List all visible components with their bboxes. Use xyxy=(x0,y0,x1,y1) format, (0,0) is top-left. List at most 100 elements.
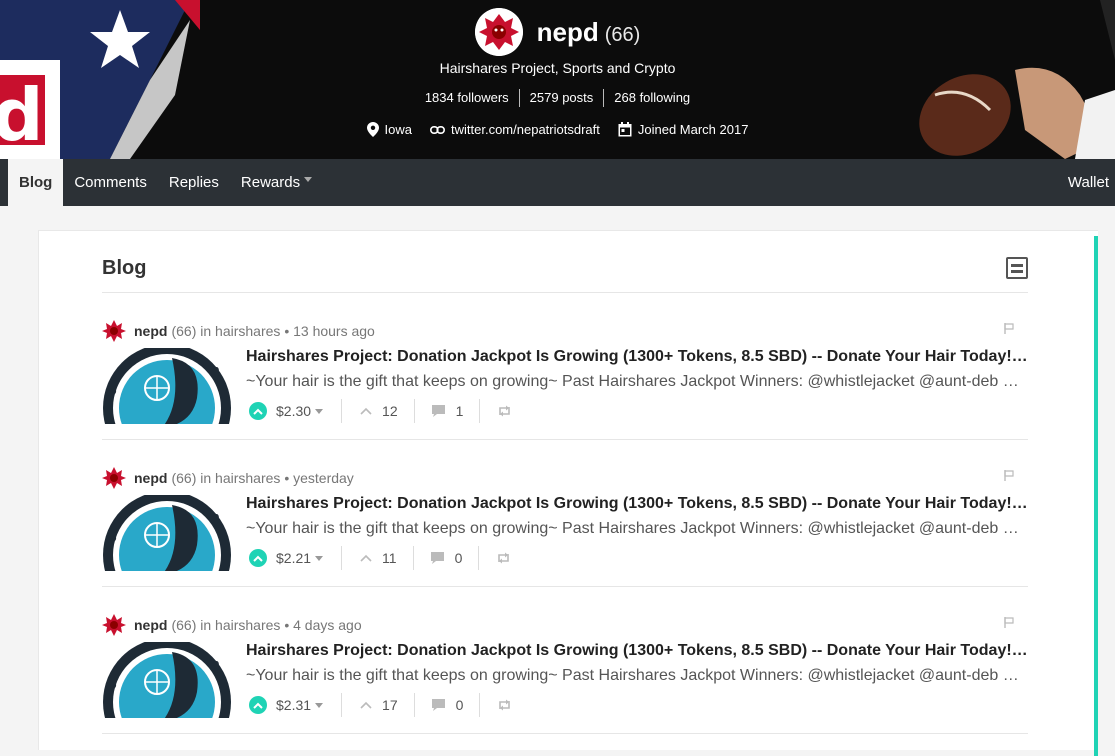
author-avatar[interactable] xyxy=(102,319,126,343)
upvote-chevron-icon[interactable] xyxy=(249,696,267,714)
profile-identity: nepd (66) xyxy=(0,8,1115,56)
author-avatar[interactable] xyxy=(102,466,126,490)
flag-icon[interactable] xyxy=(1004,323,1014,334)
profile-website[interactable]: twitter.com/nepatriotsdraft xyxy=(430,122,600,137)
reblog-button[interactable] xyxy=(480,693,512,717)
caret-up-icon xyxy=(360,701,372,709)
reblog-button[interactable] xyxy=(479,546,511,570)
payout-amount[interactable]: $2.30 xyxy=(276,403,311,419)
reblog-button[interactable] xyxy=(480,399,512,423)
website-link[interactable]: twitter.com/nepatriotsdraft xyxy=(451,122,600,137)
link-icon xyxy=(430,125,446,134)
blog-panel: Blog nepd (66) in hairshares • 13 hours … xyxy=(38,230,1098,756)
tab-rewards[interactable]: Rewards xyxy=(230,159,323,206)
post-title[interactable]: Hairshares Project: Donation Jackpot Is … xyxy=(246,642,1028,660)
flag-icon[interactable] xyxy=(1004,617,1014,628)
following-count[interactable]: 268 following xyxy=(604,89,700,107)
comments-count: 0 xyxy=(455,697,464,713)
posts-count: 2579 posts xyxy=(520,89,605,107)
post-comments[interactable]: 0 xyxy=(414,546,480,570)
blog-header: Blog xyxy=(102,257,1028,293)
post-summary[interactable]: ~Your hair is the gift that keeps on gro… xyxy=(246,667,1028,685)
post-summary[interactable]: ~Your hair is the gift that keeps on gro… xyxy=(246,520,1028,538)
votes-count: 17 xyxy=(382,697,398,713)
caret-up-icon xyxy=(360,407,372,415)
post-in-label: in xyxy=(200,323,212,339)
profile-name: nepd xyxy=(536,16,599,47)
post-item[interactable]: nepd (66) in hairshares • 13 hours ago D… xyxy=(102,293,1028,440)
payout-amount[interactable]: $2.31 xyxy=(276,697,311,713)
location-text: Iowa xyxy=(384,122,413,137)
tab-replies[interactable]: Replies xyxy=(158,159,230,206)
post-author-rep: (66) xyxy=(171,323,197,339)
comments-count: 0 xyxy=(454,550,463,566)
followers-count[interactable]: 1834 followers xyxy=(415,89,520,107)
post-title[interactable]: Hairshares Project: Donation Jackpot Is … xyxy=(246,348,1028,366)
comment-bubble-icon xyxy=(431,699,445,711)
post-in-label: in xyxy=(200,617,212,633)
profile-avatar[interactable] xyxy=(474,8,523,56)
avatar-image xyxy=(474,8,523,56)
profile-joined: Joined March 2017 xyxy=(618,122,749,137)
post-community[interactable]: hairshares xyxy=(215,617,280,633)
chevron-down-icon[interactable] xyxy=(315,408,324,414)
post-meta: nepd (66) in hairshares • 13 hours ago xyxy=(102,319,375,343)
post-title[interactable]: Hairshares Project: Donation Jackpot Is … xyxy=(246,495,1028,513)
joined-text: Joined March 2017 xyxy=(637,122,749,137)
wallet-link[interactable]: Wallet xyxy=(1068,159,1109,206)
accent-bar xyxy=(1094,236,1098,756)
chevron-down-icon[interactable] xyxy=(315,702,324,708)
tab-comments[interactable]: Comments xyxy=(63,159,158,206)
profile-location: Iowa xyxy=(366,122,413,137)
post-thumbnail[interactable]: DO SH xyxy=(102,348,233,424)
post-author-rep: (66) xyxy=(171,617,197,633)
profile-tagline: Hairshares Project, Sports and Crypto xyxy=(439,60,676,76)
post-in-label: in xyxy=(200,470,212,486)
post-votes[interactable]: 12 xyxy=(342,399,415,423)
upvote-chevron-icon[interactable] xyxy=(249,402,267,420)
reblog-icon xyxy=(498,552,510,564)
post-votes[interactable]: 11 xyxy=(342,546,414,570)
votes-count: 11 xyxy=(382,550,397,566)
profile-nav: Blog Comments Replies Rewards Wallet xyxy=(0,159,1115,206)
tab-rewards-label: Rewards xyxy=(240,174,301,191)
post-thumbnail[interactable]: DO SH xyxy=(102,642,233,718)
post-thumbnail[interactable]: DO SH xyxy=(102,495,233,571)
profile-stats: 1834 followers 2579 posts 268 following xyxy=(0,89,1115,107)
upvote-chevron-icon[interactable] xyxy=(249,549,267,567)
post-author[interactable]: nepd xyxy=(134,323,167,339)
calendar-icon xyxy=(618,122,632,137)
post-votes[interactable]: 17 xyxy=(342,693,415,717)
comment-bubble-icon xyxy=(431,405,445,417)
post-comments[interactable]: 1 xyxy=(415,399,481,423)
votes-count: 12 xyxy=(382,403,398,419)
post-summary[interactable]: ~Your hair is the gift that keeps on gro… xyxy=(246,373,1028,391)
comments-count: 1 xyxy=(455,403,464,419)
post-time: • 13 hours ago xyxy=(284,323,375,339)
post-author[interactable]: nepd xyxy=(134,470,167,486)
post-community[interactable]: hairshares xyxy=(215,470,280,486)
flag-icon[interactable] xyxy=(1004,470,1014,481)
post-community[interactable]: hairshares xyxy=(215,323,280,339)
comment-bubble-icon xyxy=(430,552,444,564)
map-pin-icon xyxy=(366,122,379,137)
tab-blog[interactable]: Blog xyxy=(8,159,64,206)
caret-up-icon xyxy=(360,554,372,562)
author-avatar[interactable] xyxy=(102,613,126,637)
post-meta: nepd (66) in hairshares • yesterday xyxy=(102,466,354,490)
post-footer: $2.21 11 0 xyxy=(249,546,511,570)
layout-toggle-icon[interactable] xyxy=(1006,257,1028,279)
svg-text:d: d xyxy=(0,73,44,157)
post-author[interactable]: nepd xyxy=(134,617,167,633)
chevron-down-icon[interactable] xyxy=(315,555,324,561)
post-item[interactable]: nepd (66) in hairshares • 4 days ago DO … xyxy=(102,587,1028,734)
post-item[interactable]: nepd (66) in hairshares • yesterday DO S… xyxy=(102,440,1028,587)
post-payout[interactable]: $2.31 xyxy=(249,693,343,717)
post-payout[interactable]: $2.30 xyxy=(249,399,343,423)
post-payout[interactable]: $2.21 xyxy=(249,546,343,570)
payout-amount[interactable]: $2.21 xyxy=(276,550,311,566)
post-footer: $2.30 12 1 xyxy=(249,399,512,423)
profile-reputation: (66) xyxy=(604,23,641,46)
post-comments[interactable]: 0 xyxy=(415,693,481,717)
post-meta: nepd (66) in hairshares • 4 days ago xyxy=(102,613,362,637)
